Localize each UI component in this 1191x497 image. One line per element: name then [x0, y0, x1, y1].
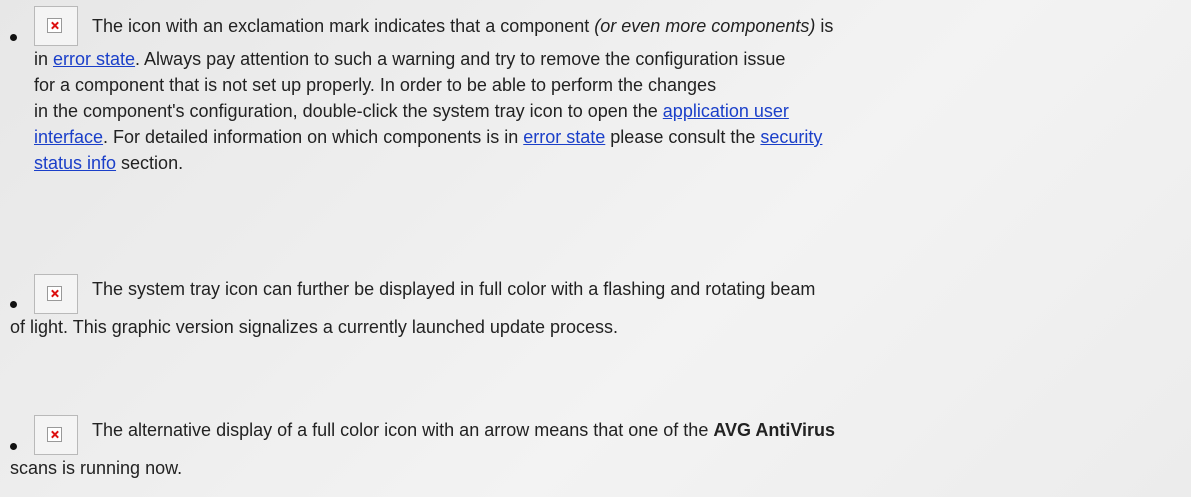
item-text: The alternative display of a full color …	[10, 405, 1184, 481]
help-page: The icon with an exclamation mark indica…	[0, 0, 1191, 497]
bullet	[10, 301, 17, 308]
broken-image-icon	[34, 274, 78, 314]
item-text: The system tray icon can further be disp…	[10, 264, 1184, 340]
error-state-link[interactable]: error state	[53, 49, 135, 69]
bullet	[10, 34, 17, 41]
security-status-info-link[interactable]: security	[760, 127, 822, 147]
application-user-interface-link-cont[interactable]: interface	[34, 127, 103, 147]
application-user-interface-link[interactable]: application user	[663, 101, 789, 121]
item-text: The icon with an exclamation mark indica…	[34, 6, 1184, 176]
broken-image-icon	[34, 6, 78, 46]
bullet	[10, 443, 17, 450]
error-state-link-2[interactable]: error state	[523, 127, 605, 147]
broken-image-icon	[34, 415, 78, 455]
security-status-info-link-cont[interactable]: status info	[34, 153, 116, 173]
